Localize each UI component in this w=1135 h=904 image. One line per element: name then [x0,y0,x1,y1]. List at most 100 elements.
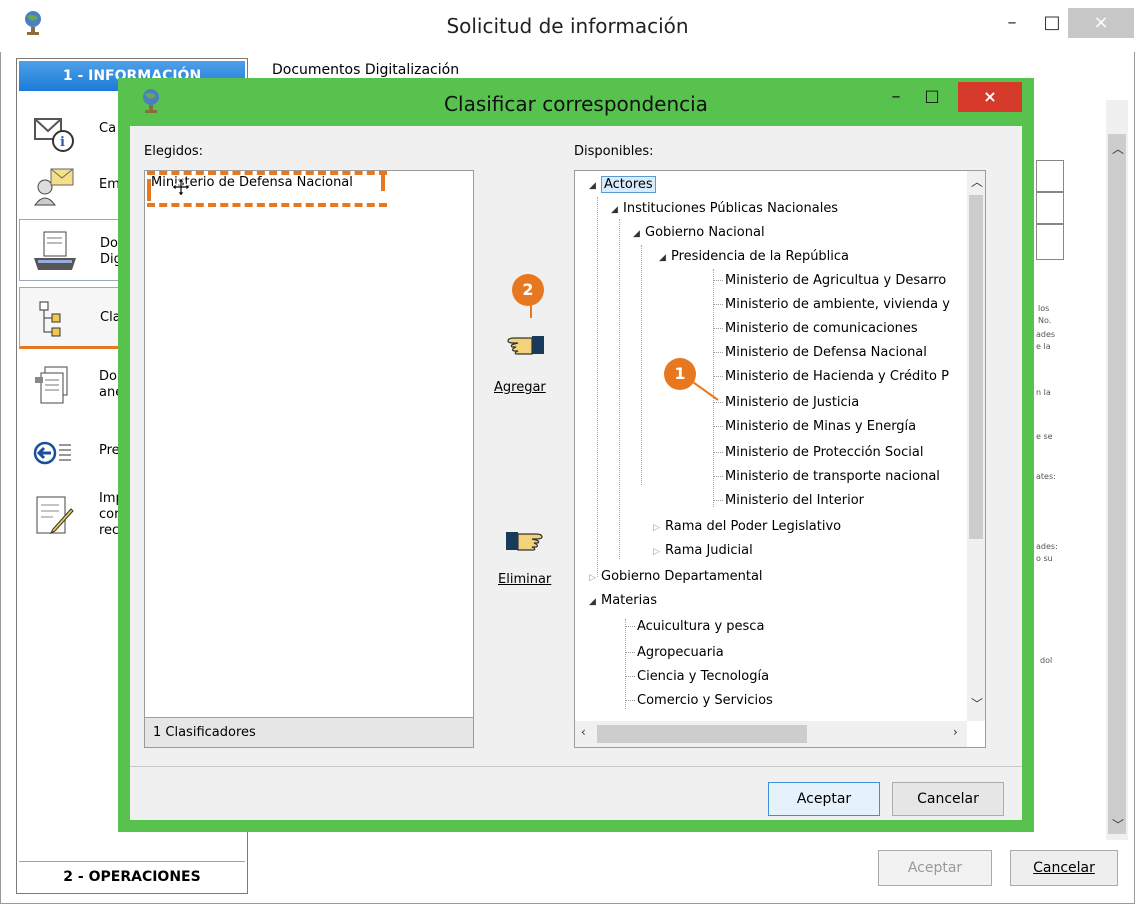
tree-leaf-ministerio[interactable]: Ministerio de transporte nacional [713,467,940,487]
classify-dialog: Clasificar correspondencia – □ × Elegido… [118,78,1034,832]
hand-left-icon[interactable] [504,330,548,358]
tree-vertical-scrollbar[interactable]: ︿ ﹀ [967,171,985,721]
tree-node-actores[interactable]: ◢ Actores [589,175,656,196]
close-button[interactable]: × [1068,8,1134,38]
outer-accept-button[interactable]: Aceptar [878,850,992,886]
background-text: No. [1038,316,1052,325]
expanded-triangle-icon[interactable]: ◢ [633,224,645,244]
tree-node-presidencia[interactable]: ◢ Presidencia de la República [659,247,849,268]
tree-leaf-ministerio[interactable]: Ministerio del Interior [713,491,864,511]
background-text: e se [1036,432,1053,441]
outer-cancel-button[interactable]: Cancelar [1010,850,1118,886]
document-tabs[interactable]: Documentos Digitalización [272,62,459,78]
available-tree[interactable]: ◢ Actores ◢ Instituciones Públicas Naciona… [574,170,986,748]
chosen-list[interactable]: Ministerio de Defensa Nacional 1 Clasifi… [144,170,474,748]
expanded-triangle-icon[interactable]: ◢ [589,176,601,196]
scanner-icon [34,231,76,270]
expanded-triangle-icon[interactable]: ◢ [611,200,623,220]
chosen-label: Elegidos: [144,144,204,159]
svg-text:i: i [60,135,65,150]
background-text: o su [1036,554,1053,563]
move-cursor-icon [171,177,191,197]
dialog-accept-button[interactable]: Aceptar [768,782,880,816]
available-label: Disponibles: [574,144,654,159]
background-text: dol [1040,656,1053,665]
dialog-title-bar: Clasificar correspondencia – □ × [118,78,1034,126]
scroll-down-icon[interactable]: ﹀ [1112,816,1124,833]
tree-guide [597,197,598,577]
dialog-minimize-button[interactable]: – [878,86,914,114]
tree-guide [619,219,620,559]
background-field [1036,160,1064,192]
tree-leaf-ministerio[interactable]: Ministerio de Hacienda y Crédito P [713,367,949,387]
tree-node-instituciones[interactable]: ◢ Instituciones Públicas Nacionales [611,199,838,220]
expanded-triangle-icon[interactable]: ◢ [659,248,671,268]
background-text: ades [1036,330,1056,339]
tree-node-gobierno-nacional[interactable]: ◢ Gobierno Nacional [633,223,765,244]
outer-title-bar: Solicitud de información – □ × [0,0,1135,52]
tree-leaf-ministerio[interactable]: Ministerio de Justicia [713,393,859,413]
background-text: los [1038,304,1050,313]
scrollbar-thumb[interactable] [597,725,807,743]
tree-leaf-ministerio[interactable]: Ministerio de Defensa Nacional [713,343,927,363]
tree-leaf-materia[interactable]: Acuicultura y pesca [625,617,764,637]
dialog-body: Elegidos: Disponibles: Ministerio de Def… [130,126,1022,820]
scroll-up-icon[interactable]: ︿ [971,173,983,190]
tree-leaf-ministerio[interactable]: Ministerio de Agricultua y Desarro [713,271,946,291]
collapsed-triangle-icon[interactable]: ▷ [589,568,601,588]
badge-pointer [690,380,719,401]
minimize-button[interactable]: – [990,8,1034,38]
scroll-up-icon[interactable]: ︿ [1112,140,1124,157]
tree-guide [641,245,642,485]
tree-leaf-materia[interactable]: Ciencia y Tecnología [625,667,769,687]
background-text: ates: [1036,472,1056,481]
tree-classify-icon [39,301,61,337]
tree-node-rama-judicial[interactable]: ▷ Rama Judicial [653,541,753,562]
window-title: Solicitud de información [446,14,689,38]
step-badge-2: 2 [512,274,544,306]
add-button[interactable]: Agregar [494,380,546,395]
collapsed-triangle-icon[interactable]: ▷ [653,542,665,562]
nav-footer-operaciones[interactable]: 2 - OPERACIONES [19,861,245,891]
background-text: n la [1036,388,1051,397]
dialog-cancel-button[interactable]: Cancelar [892,782,1004,816]
tree-horizontal-scrollbar[interactable]: ‹ › [575,721,967,747]
badge-pointer [530,304,532,318]
documents-icon [35,366,68,404]
outer-scrollbar[interactable] [1106,100,1128,840]
remove-button[interactable]: Eliminar [498,572,551,587]
background-field [1036,192,1064,224]
tree-node-rama-legislativa[interactable]: ▷ Rama del Poder Legislativo [653,517,841,538]
tree-leaf-ministerio[interactable]: Ministerio de comunicaciones [713,319,918,339]
background-text: e la [1036,342,1051,351]
nav-item-label: Em [99,177,120,192]
hand-right-icon[interactable] [502,526,546,554]
back-arrow-icon [33,441,71,465]
nav-item-label: Pre [99,443,120,458]
dialog-maximize-button[interactable]: □ [914,86,950,114]
envelope-info-icon: i [34,118,74,152]
scroll-right-icon[interactable]: › [953,725,958,739]
nav-item-label: Ca [99,121,117,136]
tree-node-materias[interactable]: ◢ Materias [589,591,657,612]
expanded-triangle-icon[interactable]: ◢ [589,592,601,612]
background-text: ades: [1036,542,1058,551]
scrollbar-thumb[interactable] [969,195,983,539]
tree-leaf-ministerio[interactable]: Ministerio de ambiente, vivienda y [713,295,950,315]
dialog-separator [130,766,1022,767]
edit-document-icon [36,496,74,535]
tree-leaf-materia[interactable]: Comercio y Servicios [625,691,773,711]
scrollbar-thumb[interactable] [1108,134,1126,834]
collapsed-triangle-icon[interactable]: ▷ [653,518,665,538]
tree-node-gobierno-departamental[interactable]: ▷ Gobierno Departamental [589,567,763,588]
tree-leaf-materia[interactable]: Agropecuaria [625,643,724,663]
sender-icon [34,168,74,206]
background-field [1036,224,1064,260]
scroll-left-icon[interactable]: ‹ [581,725,586,739]
tree-leaf-ministerio[interactable]: Ministerio de Minas y Energía [713,417,916,437]
drop-highlight-edge [381,173,385,191]
scroll-down-icon[interactable]: ﹀ [971,695,983,712]
tree-leaf-ministerio[interactable]: Ministerio de Protección Social [713,443,923,463]
dialog-close-button[interactable]: × [958,82,1022,112]
chosen-count-status: 1 Clasificadores [145,717,473,747]
